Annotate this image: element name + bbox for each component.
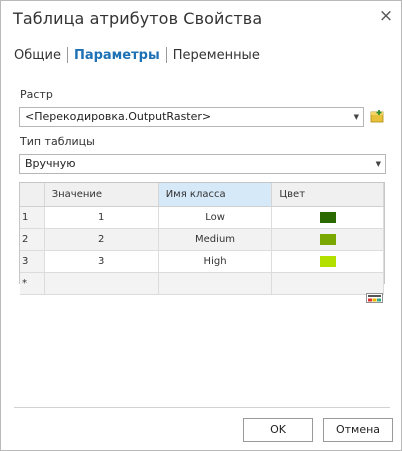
cell-color[interactable] xyxy=(271,228,384,251)
cell-class-name[interactable]: Low xyxy=(158,206,273,229)
attribute-table-dialog: Таблица атрибутов Свойства × Общие Парам… xyxy=(0,0,402,451)
cell-value[interactable]: 2 xyxy=(44,228,159,251)
raster-label: Растр xyxy=(20,88,53,101)
cancel-button[interactable]: Отмена xyxy=(323,418,393,442)
dialog-title: Таблица атрибутов Свойства xyxy=(13,9,263,28)
ok-button[interactable]: OK xyxy=(243,418,313,442)
close-icon[interactable]: × xyxy=(377,7,395,25)
table-row[interactable]: 2 2 Medium xyxy=(20,228,384,251)
cell-value[interactable]: 1 xyxy=(44,206,159,229)
add-raster-icon[interactable] xyxy=(370,109,384,123)
table-row-new[interactable]: * xyxy=(20,272,384,295)
color-swatch[interactable] xyxy=(319,211,336,223)
table-type-combo[interactable]: Вручную ▼ xyxy=(19,154,386,174)
cell-value[interactable] xyxy=(44,272,159,295)
table-type-value: Вручную xyxy=(25,157,76,170)
row-number: 1 xyxy=(20,206,45,229)
column-header-color[interactable]: Цвет xyxy=(271,183,384,207)
table-type-label: Тип таблицы xyxy=(20,135,95,148)
tab-separator xyxy=(165,47,167,63)
cell-color[interactable] xyxy=(271,250,384,273)
cell-class-name[interactable] xyxy=(158,272,273,295)
tab-variables[interactable]: Переменные xyxy=(173,48,260,63)
table-row[interactable]: 3 3 High xyxy=(20,250,384,273)
column-header-value[interactable]: Значение xyxy=(44,183,159,207)
row-number: 2 xyxy=(20,228,45,251)
cell-class-name[interactable]: High xyxy=(158,250,273,273)
chevron-down-icon: ▼ xyxy=(353,113,359,121)
tab-general[interactable]: Общие xyxy=(14,48,61,63)
cell-color[interactable] xyxy=(271,206,384,229)
tab-bar: Общие Параметры Переменные xyxy=(14,47,260,63)
row-number: 3 xyxy=(20,250,45,273)
chevron-down-icon: ▼ xyxy=(375,160,381,168)
grid-corner xyxy=(20,183,45,207)
column-header-class-name[interactable]: Имя класса xyxy=(158,183,273,207)
color-swatch[interactable] xyxy=(319,233,336,245)
new-row-marker: * xyxy=(20,272,45,295)
class-grid: Значение Имя класса Цвет 1 1 Low 2 2 Med… xyxy=(19,182,385,295)
cell-class-name[interactable]: Medium xyxy=(158,228,273,251)
cell-value[interactable]: 3 xyxy=(44,250,159,273)
color-swatch[interactable] xyxy=(319,255,336,267)
raster-value: <Перекодировка.OutputRaster> xyxy=(25,110,212,123)
raster-combo[interactable]: <Перекодировка.OutputRaster> ▼ xyxy=(19,107,364,127)
tab-parameters[interactable]: Параметры xyxy=(74,48,160,63)
cell-color[interactable] xyxy=(271,272,384,295)
color-ramp-icon[interactable] xyxy=(366,293,383,303)
footer-divider xyxy=(14,407,390,408)
tab-separator xyxy=(66,47,68,63)
table-row[interactable]: 1 1 Low xyxy=(20,206,384,229)
